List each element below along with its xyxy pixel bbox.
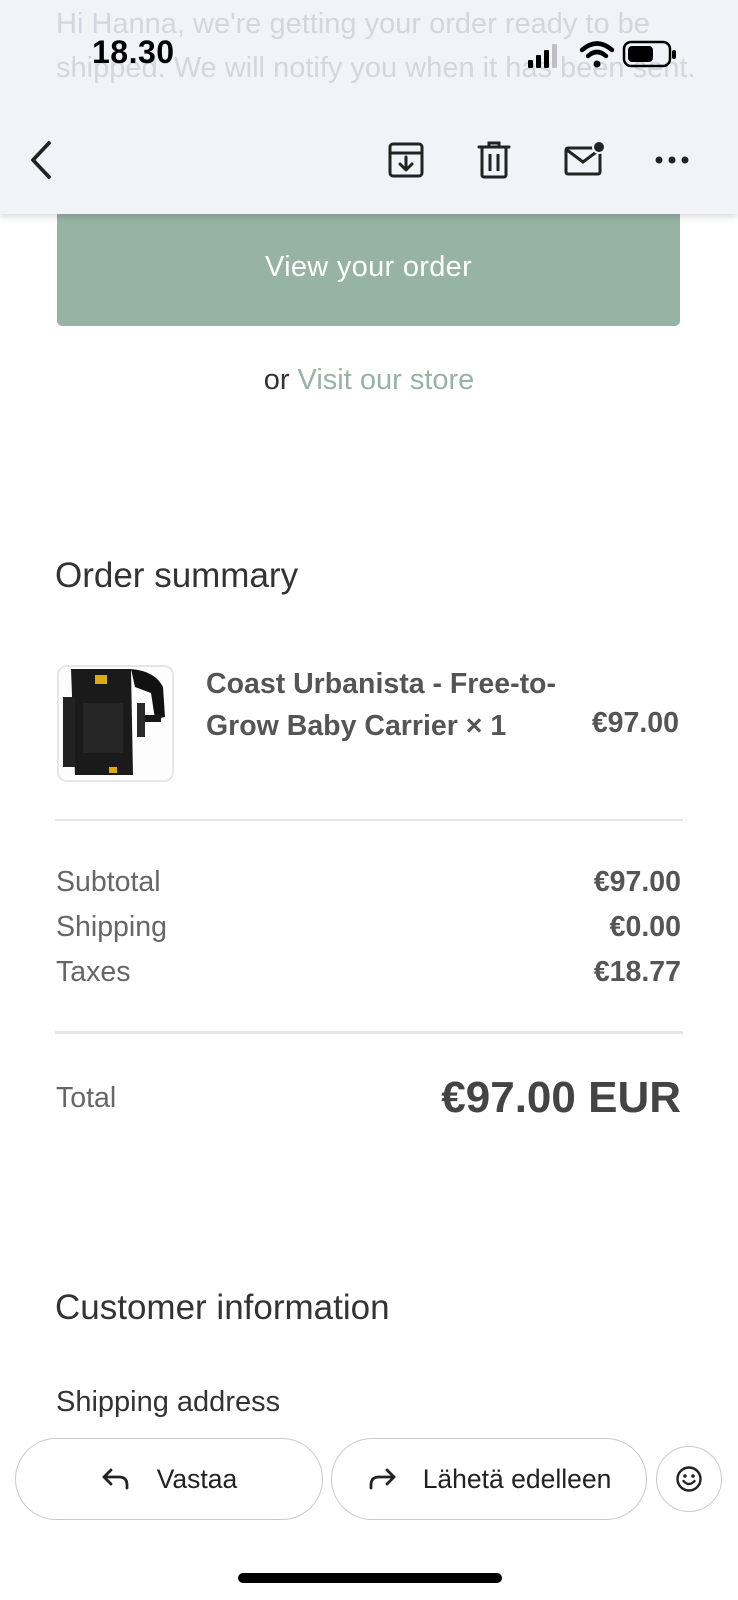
smiley-icon [676, 1466, 702, 1492]
reply-button[interactable]: Vastaa [15, 1438, 323, 1520]
product-name: Coast Urbanista - Free-to-Grow Baby Carr… [206, 668, 556, 742]
shipping-value: €0.00 [609, 911, 681, 943]
delete-button[interactable] [470, 136, 518, 184]
status-icons [528, 38, 678, 72]
shipping-label: Shipping [56, 911, 167, 943]
archive-icon [388, 142, 424, 178]
total-label: Total [56, 1082, 117, 1114]
forward-icon [369, 1468, 396, 1490]
or-text: or [263, 364, 290, 396]
more-horizontal-icon [655, 156, 689, 164]
forward-button[interactable]: Lähetä edelleen [331, 1438, 647, 1520]
wifi-icon [579, 41, 615, 68]
back-button[interactable] [18, 136, 66, 184]
customer-info-title: Customer information [55, 1288, 390, 1327]
more-button[interactable] [648, 136, 696, 184]
reply-label: Vastaa [156, 1463, 238, 1494]
subtotal-value: €97.00 [593, 866, 681, 898]
order-summary-title: Order summary [55, 556, 299, 595]
divider [55, 819, 683, 821]
divider [55, 1031, 683, 1034]
reply-icon [102, 1468, 129, 1490]
mail-unread-icon [564, 140, 605, 176]
total-value: €97.00 EUR [441, 1073, 681, 1122]
visit-store-line: or Visit our store [0, 364, 738, 397]
archive-button[interactable] [382, 136, 430, 184]
view-order-button[interactable]: View your order [57, 208, 680, 326]
product-price: €97.00 [591, 707, 679, 739]
trash-icon [477, 141, 511, 179]
subtotal-label: Subtotal [56, 866, 161, 898]
chevron-left-icon [31, 141, 51, 179]
mark-unread-button[interactable] [560, 136, 608, 184]
taxes-value: €18.77 [593, 956, 681, 988]
top-bar: Hi Hanna, we're getting your order ready… [0, 0, 738, 214]
battery-icon [622, 40, 676, 68]
signal-icon [528, 44, 557, 68]
taxes-label: Taxes [56, 956, 131, 988]
product-image [57, 665, 174, 782]
emoji-reaction-button[interactable] [656, 1446, 722, 1512]
visit-store-link[interactable]: Visit our store [298, 364, 475, 396]
status-time: 18.30 [92, 34, 175, 70]
shipping-address-label: Shipping address [56, 1386, 281, 1418]
forward-label: Lähetä edelleen [422, 1463, 612, 1494]
home-indicator [238, 1573, 502, 1583]
